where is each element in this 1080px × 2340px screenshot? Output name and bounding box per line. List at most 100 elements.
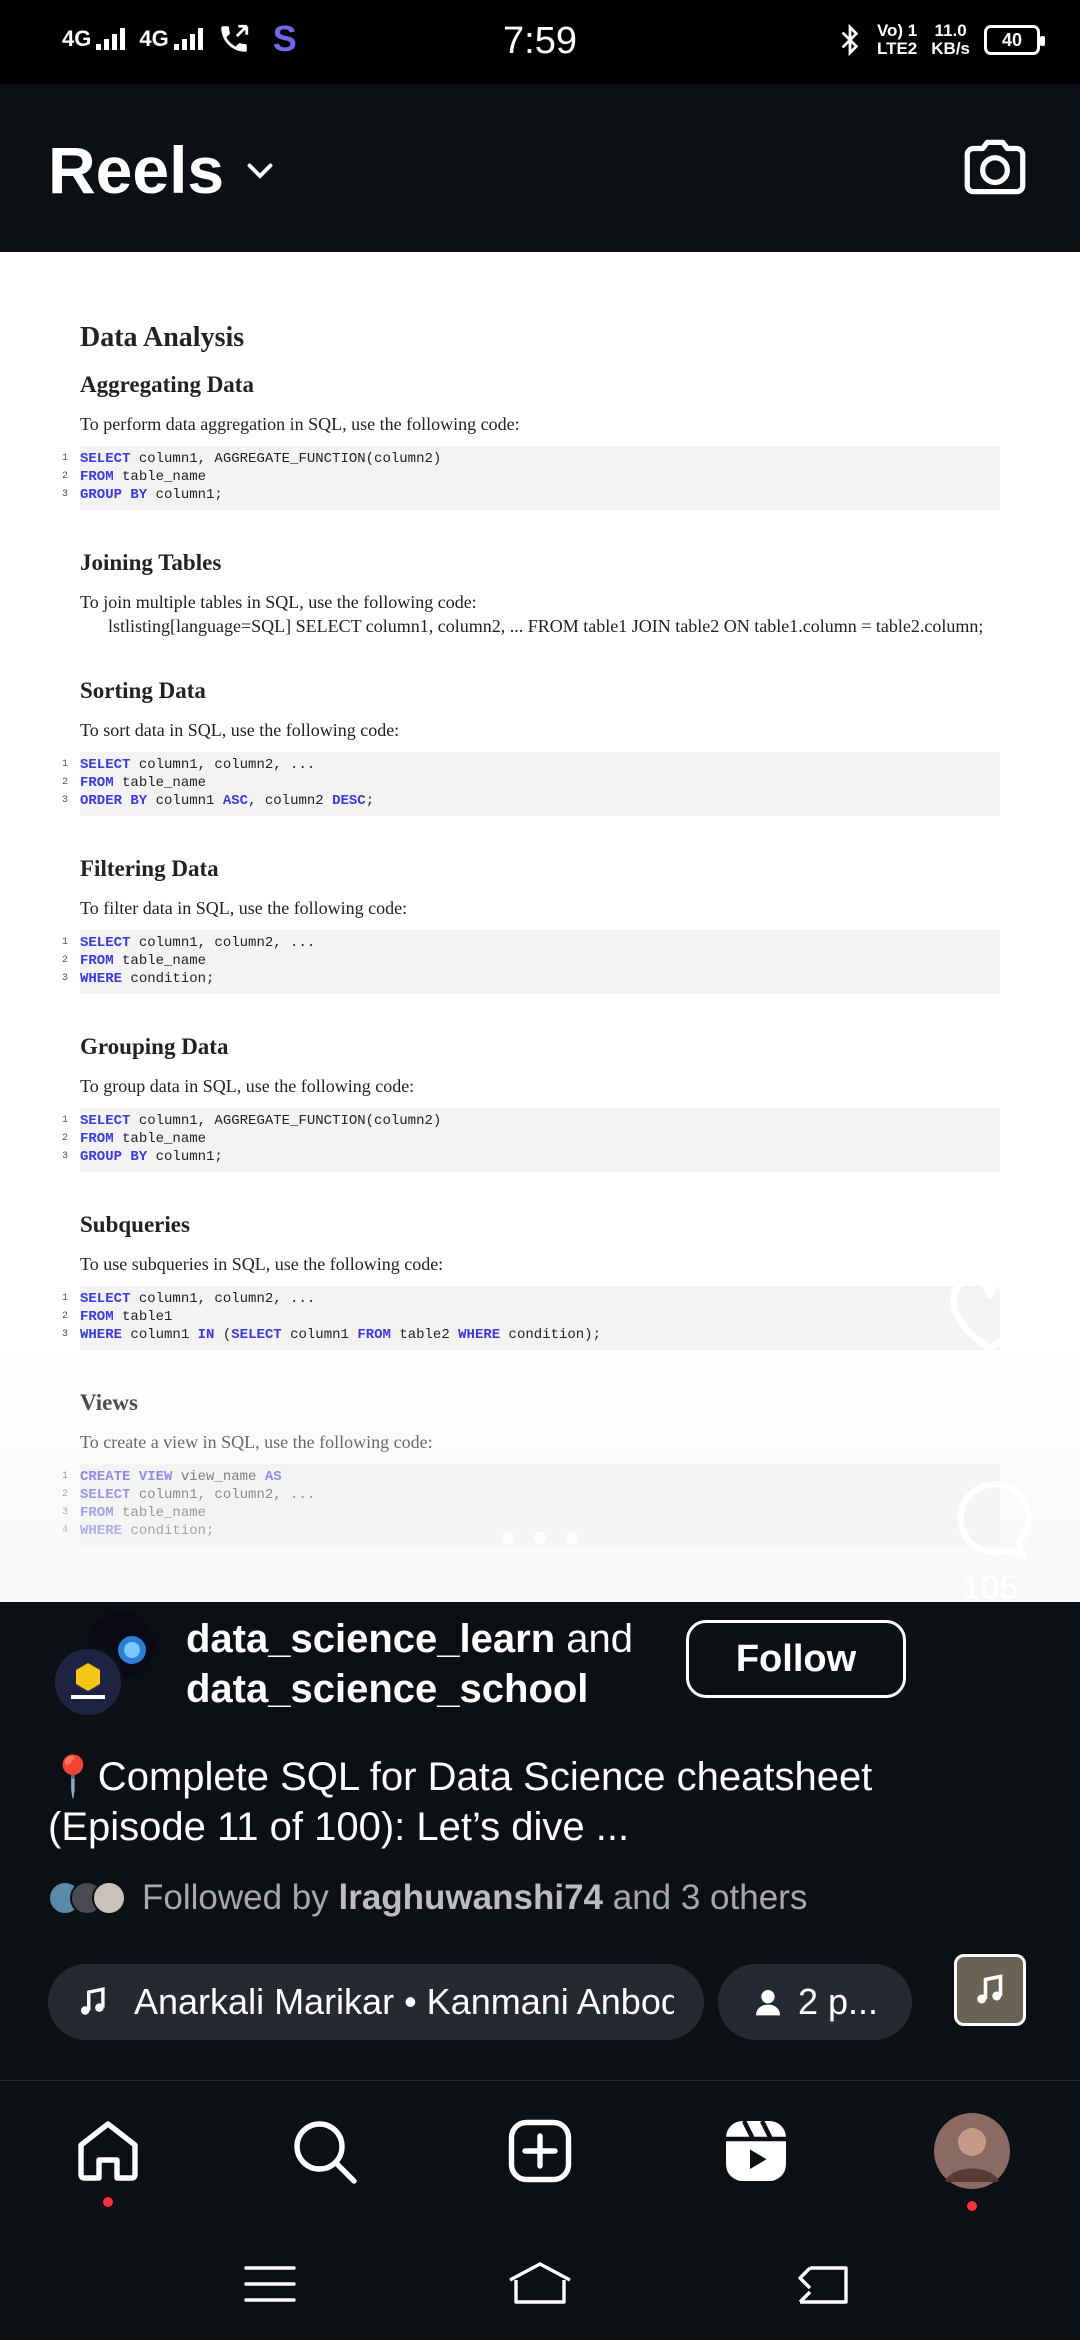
code-line: 1 SELECT column1, column2, ... — [62, 1290, 1000, 1308]
home-system-icon[interactable] — [506, 2260, 574, 2306]
comment-icon[interactable] — [947, 1478, 1033, 1564]
profile-avatar[interactable] — [933, 2112, 1011, 2190]
code-text: column1, AGGREGATE_FUNCTION(column2) — [130, 1113, 442, 1129]
code-text: column1 — [281, 1327, 358, 1343]
post-caption[interactable]: 📍Complete SQL for Data Science cheatshee… — [48, 1752, 948, 1852]
battery-icon: 40 — [984, 25, 1045, 55]
like-action[interactable]: Likes — [930, 1276, 1050, 1400]
page-title: Reels — [48, 133, 225, 207]
audio-track-pill[interactable]: Anarkali Marikar • Kanmani Anbodu — [48, 1964, 704, 2040]
code-line: 1 SELECT column1, AGGREGATE_FUNCTION(colu… — [62, 450, 1000, 468]
battery-level: 40 — [1001, 29, 1023, 50]
followed-by[interactable]: Followed by lraghuwanshi74 and 3 others — [48, 1878, 807, 1918]
collab-avatars[interactable] — [52, 1610, 158, 1718]
nav-reels[interactable] — [716, 2111, 796, 2191]
section-description: To perform data aggregation in SQL, use … — [80, 414, 520, 434]
code-text: column1; — [147, 1149, 223, 1165]
document-title: Data Analysis — [80, 322, 245, 353]
line-number: 3 — [62, 489, 69, 500]
code-keyword: ORDER BY — [80, 793, 148, 809]
code-line: 3 GROUP BY column1; — [62, 1148, 1000, 1166]
follow-button[interactable]: Follow — [686, 1620, 906, 1698]
code-block: 1 SELECT column1, AGGREGATE_FUNCTION(colu… — [62, 1108, 1000, 1172]
person-icon — [755, 1990, 780, 2016]
section-description: To use subqueries in SQL, use the follow… — [80, 1254, 444, 1274]
nav-profile[interactable] — [932, 2111, 1012, 2211]
heart-icon[interactable] — [945, 1276, 1035, 1356]
code-text: , column2 — [248, 793, 333, 809]
join-text: lstlisting[language=SQL] SELECT column1,… — [108, 616, 984, 636]
followed-user[interactable]: lraghuwanshi74 — [338, 1878, 603, 1917]
line-number: 1 — [62, 453, 69, 464]
audio-thumbnail[interactable] — [954, 1954, 1026, 2026]
line-number: 2 — [62, 471, 69, 482]
section-title: Aggregating Data — [80, 372, 254, 397]
code-line: 2 FROM table_name — [62, 468, 1000, 486]
code-text: column1 — [122, 1327, 198, 1343]
code-text: ; — [365, 793, 375, 809]
section-description: To filter data in SQL, use the following… — [80, 898, 408, 918]
code-line: 2 FROM table1 — [62, 1308, 1000, 1326]
volte-indicator: Vo) 1 LTE2 — [877, 22, 917, 58]
status-right: Vo) 1 LTE2 11.0 KB/s 40 — [837, 22, 1045, 58]
reels-title-dropdown[interactable]: Reels — [48, 132, 278, 208]
line-number: 1 — [62, 1293, 69, 1304]
code-block: 1 SELECT column1, column2, ... 2 FROM table… — [62, 752, 1000, 816]
code-line: 2 FROM table_name — [62, 774, 1000, 792]
section-title: Joining Tables — [80, 550, 222, 575]
bluetooth-icon — [841, 23, 859, 57]
line-number: 1 — [62, 1115, 69, 1126]
tagged-people-pill[interactable]: 2 p... — [718, 1964, 912, 2040]
code-line: 2 FROM table_name — [62, 952, 1000, 970]
author-1[interactable]: data_science_learn — [186, 1617, 555, 1661]
comment-action[interactable]: 105 — [930, 1478, 1050, 1608]
line-number: 2 — [62, 955, 69, 966]
reels-header: Reels — [0, 84, 1080, 252]
music-note-icon — [80, 1987, 105, 2015]
music-note-icon — [977, 1974, 1003, 2004]
line-number: 3 — [62, 1151, 69, 1162]
code-line: 1 SELECT column1, column2, ... — [62, 756, 1000, 774]
line-number: 1 — [62, 937, 69, 948]
code-keyword: SELECT — [80, 757, 131, 773]
line-number: 1 — [62, 759, 69, 770]
code-text: condition; — [122, 971, 215, 987]
code-keyword: WHERE — [458, 1327, 501, 1343]
line-number: 2 — [62, 777, 69, 788]
avatar-data-science-school[interactable] — [52, 1646, 124, 1718]
author-names[interactable]: data_science_learn and data_science_scho… — [186, 1614, 633, 1714]
nav-search[interactable] — [284, 2111, 364, 2191]
search-icon[interactable] — [288, 2115, 360, 2187]
carousel-dot — [502, 1532, 514, 1544]
author-2[interactable]: data_science_school — [186, 1667, 588, 1711]
code-text: column1, column2, ... — [130, 757, 316, 773]
camera-icon[interactable] — [958, 130, 1032, 204]
network-speed-unit: KB/s — [931, 39, 970, 58]
author-conjunction: and — [555, 1617, 633, 1661]
nav-home[interactable] — [68, 2111, 148, 2207]
section-title: Filtering Data — [80, 856, 219, 881]
code-keyword: DESC — [332, 793, 366, 809]
recent-apps-icon[interactable] — [244, 2264, 296, 2304]
home-icon[interactable] — [72, 2115, 144, 2187]
section-description: To join multiple tables in SQL, use the … — [80, 592, 477, 612]
profile-notification-dot — [967, 2201, 977, 2211]
code-keyword: GROUP BY — [80, 1149, 148, 1165]
line-number: 2 — [62, 1133, 69, 1144]
add-post-icon[interactable] — [504, 2115, 576, 2187]
code-keyword: SELECT — [80, 1113, 131, 1129]
carousel-dots — [0, 1532, 1080, 1544]
code-keyword: SELECT — [80, 451, 131, 467]
reel-content-document[interactable]: Data Analysis Aggregating Data To perform… — [0, 252, 1080, 1602]
code-keyword: SELECT — [80, 1291, 131, 1307]
likes-label: Likes — [950, 1361, 1030, 1399]
lte-label: LTE2 — [876, 39, 918, 58]
followed-prefix: Followed by — [142, 1878, 339, 1917]
code-text: ( — [214, 1327, 232, 1343]
line-number: 3 — [62, 795, 69, 806]
back-icon[interactable] — [796, 2260, 852, 2306]
section-title: Sorting Data — [80, 678, 206, 703]
nav-create[interactable] — [500, 2111, 580, 2191]
code-keyword: SELECT — [231, 1327, 282, 1343]
reels-icon[interactable] — [720, 2115, 792, 2187]
